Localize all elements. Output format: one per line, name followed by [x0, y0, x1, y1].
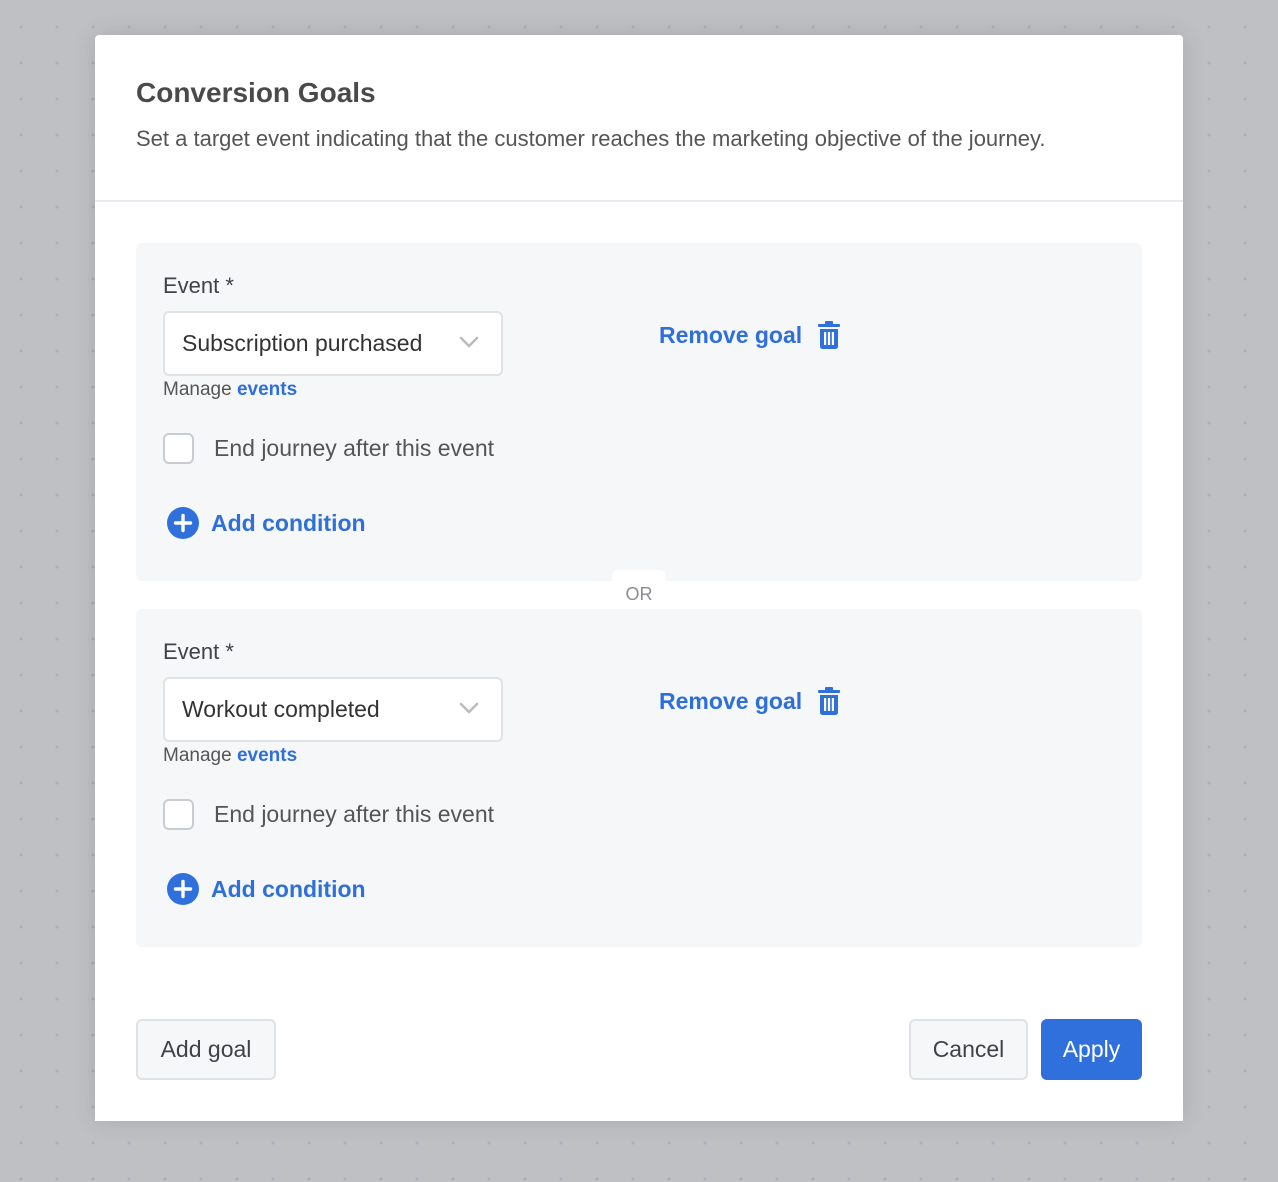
event-select[interactable]: Subscription purchased — [163, 311, 503, 376]
chevron-down-icon — [459, 702, 479, 714]
add-condition-label: Add condition — [211, 875, 366, 902]
remove-goal-label: Remove goal — [659, 687, 803, 714]
chevron-down-icon — [459, 336, 479, 348]
manage-events-link[interactable]: events — [237, 379, 297, 400]
dialog-subtitle: Set a target event indicating that the c… — [136, 126, 1046, 151]
end-journey-label: End journey after this event — [214, 435, 494, 461]
event-select[interactable]: Workout completed — [163, 677, 503, 742]
remove-goal-label: Remove goal — [659, 321, 803, 348]
trash-icon — [818, 687, 841, 715]
remove-goal-button[interactable]: Remove goal — [659, 321, 841, 349]
end-journey-checkbox[interactable] — [163, 433, 194, 464]
event-label: Event * — [163, 639, 234, 664]
manage-events-text: Manage events — [163, 745, 297, 767]
manage-prefix: Manage — [163, 745, 232, 766]
plus-circle-icon — [167, 507, 199, 539]
manage-prefix: Manage — [163, 379, 232, 400]
add-condition-label: Add condition — [211, 509, 366, 536]
event-label: Event * — [163, 273, 234, 298]
remove-goal-button[interactable]: Remove goal — [659, 687, 841, 715]
dialog-title: Conversion Goals — [136, 77, 376, 108]
goal-card: Event * Subscription purchased Manage ev… — [136, 243, 1142, 581]
event-select-value: Workout completed — [182, 696, 380, 722]
add-condition-button[interactable]: Add condition — [167, 507, 366, 539]
manage-events-text: Manage events — [163, 379, 297, 401]
end-journey-checkbox[interactable] — [163, 799, 194, 830]
add-condition-button[interactable]: Add condition — [167, 873, 366, 905]
manage-events-link[interactable]: events — [237, 745, 297, 766]
dialog-header: Conversion Goals Set a target event indi… — [95, 35, 1183, 202]
cancel-button[interactable]: Cancel — [909, 1019, 1028, 1080]
add-goal-button[interactable]: Add goal — [136, 1019, 276, 1080]
end-journey-option[interactable]: End journey after this event — [163, 433, 494, 464]
event-select-value: Subscription purchased — [182, 330, 423, 356]
goal-card: Event * Workout completed Manage events … — [136, 609, 1142, 947]
trash-icon — [818, 321, 841, 349]
end-journey-label: End journey after this event — [214, 801, 494, 827]
apply-button[interactable]: Apply — [1041, 1019, 1142, 1080]
end-journey-option[interactable]: End journey after this event — [163, 799, 494, 830]
plus-circle-icon — [167, 873, 199, 905]
conversion-goals-dialog: Conversion Goals Set a target event indi… — [95, 35, 1183, 1121]
